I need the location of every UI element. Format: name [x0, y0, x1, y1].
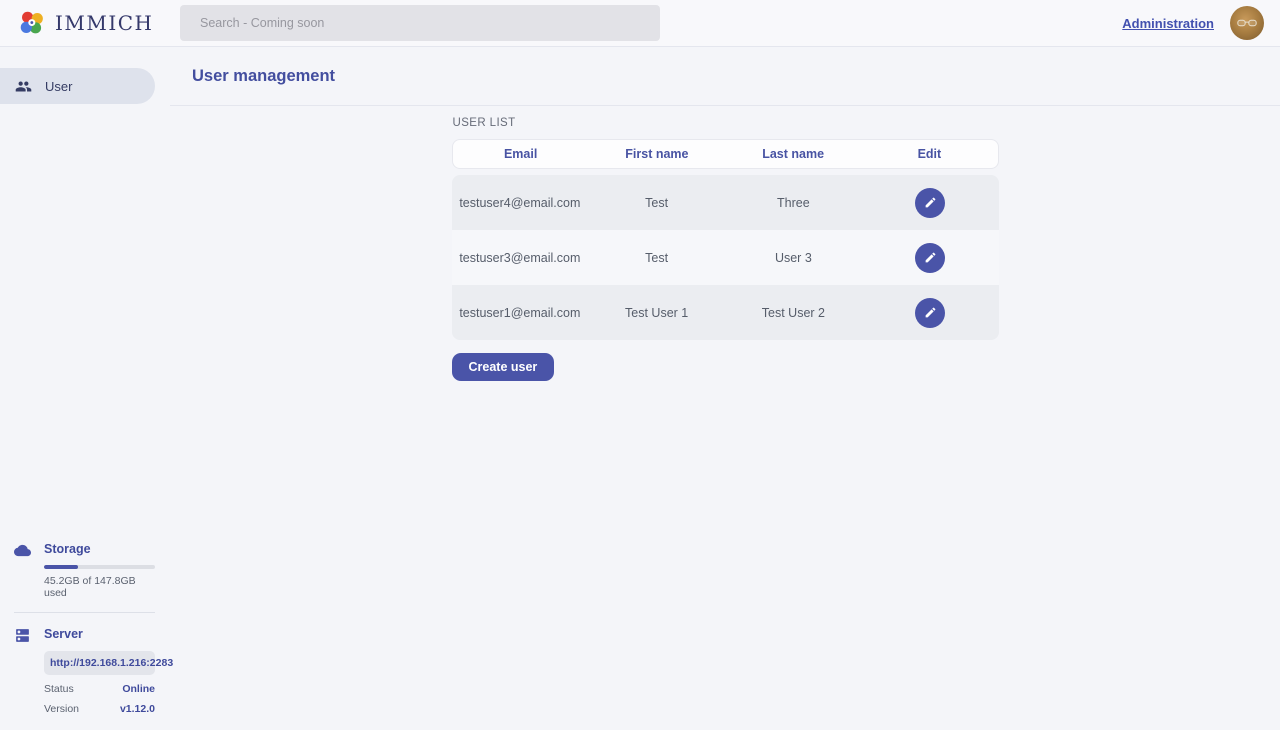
table-row: testuser4@email.com Test Three	[452, 175, 999, 230]
server-section: Server http://192.168.1.216:2283 Status …	[14, 626, 155, 715]
version-value: v1.12.0	[120, 703, 155, 715]
server-version-row: Version v1.12.0	[44, 703, 155, 715]
sidebar-item-user[interactable]: User	[0, 68, 155, 104]
column-header-edit: Edit	[861, 147, 997, 161]
cloud-icon	[14, 541, 32, 599]
last-name-cell: Three	[725, 196, 862, 210]
column-header-email: Email	[453, 147, 589, 161]
pencil-icon	[924, 251, 937, 264]
column-header-first-name: First name	[589, 147, 725, 161]
server-url: http://192.168.1.216:2283	[44, 651, 155, 675]
edit-cell	[862, 188, 999, 218]
layout: User Storage 45.2GB of 147.8	[0, 47, 1280, 730]
storage-title: Storage	[44, 541, 155, 557]
email-cell: testuser4@email.com	[452, 196, 589, 210]
first-name-cell: Test	[588, 196, 725, 210]
immich-logo-icon	[18, 9, 46, 37]
edit-user-button[interactable]	[915, 243, 945, 273]
email-cell: testuser3@email.com	[452, 251, 589, 265]
column-header-last-name: Last name	[725, 147, 861, 161]
status-label: Status	[44, 683, 74, 695]
version-label: Version	[44, 703, 79, 715]
table-row: testuser1@email.com Test User 1 Test Use…	[452, 285, 999, 340]
pencil-icon	[924, 196, 937, 209]
brand: IMMICH	[18, 9, 180, 37]
immich-app: IMMICH Administration User	[0, 0, 1280, 730]
email-cell: testuser1@email.com	[452, 306, 589, 320]
first-name-cell: Test	[588, 251, 725, 265]
server-title: Server	[44, 626, 155, 642]
sidebar-item-label: User	[45, 79, 72, 94]
first-name-cell: Test User 1	[588, 306, 725, 320]
edit-user-button[interactable]	[915, 188, 945, 218]
server-status-row: Status Online	[44, 683, 155, 695]
administration-link[interactable]: Administration	[1122, 16, 1214, 31]
edit-cell	[862, 298, 999, 328]
storage-progress-fill	[44, 565, 78, 569]
last-name-cell: Test User 2	[725, 306, 862, 320]
page-header: User management	[170, 47, 1280, 106]
storage-progress-bar	[44, 565, 155, 569]
status-value: Online	[122, 683, 155, 695]
sidebar: User Storage 45.2GB of 147.8	[0, 47, 170, 730]
pencil-icon	[924, 306, 937, 319]
glasses-icon	[1236, 18, 1258, 28]
storage-section: Storage 45.2GB of 147.8GB used	[14, 541, 155, 599]
sidebar-divider	[14, 612, 155, 613]
user-table-body: testuser4@email.com Test Three testuser3…	[452, 175, 999, 340]
edit-user-button[interactable]	[915, 298, 945, 328]
server-icon	[14, 626, 32, 715]
main-panel: User management USER LIST Email First na…	[170, 47, 1280, 730]
users-group-icon	[15, 78, 32, 95]
user-avatar[interactable]	[1230, 6, 1264, 40]
edit-cell	[862, 243, 999, 273]
storage-usage-text: 45.2GB of 147.8GB used	[44, 575, 155, 599]
content: USER LIST Email First name Last name Edi…	[452, 106, 999, 381]
topbar: IMMICH Administration	[0, 0, 1280, 47]
user-table-header: Email First name Last name Edit	[452, 139, 999, 169]
search-input[interactable]	[180, 5, 660, 41]
brand-name: IMMICH	[55, 11, 154, 35]
table-row: testuser3@email.com Test User 3	[452, 230, 999, 285]
sidebar-bottom: Storage 45.2GB of 147.8GB used	[0, 541, 170, 730]
create-user-button[interactable]: Create user	[452, 353, 555, 381]
last-name-cell: User 3	[725, 251, 862, 265]
page-title: User management	[192, 67, 335, 86]
user-list-label: USER LIST	[453, 117, 999, 129]
